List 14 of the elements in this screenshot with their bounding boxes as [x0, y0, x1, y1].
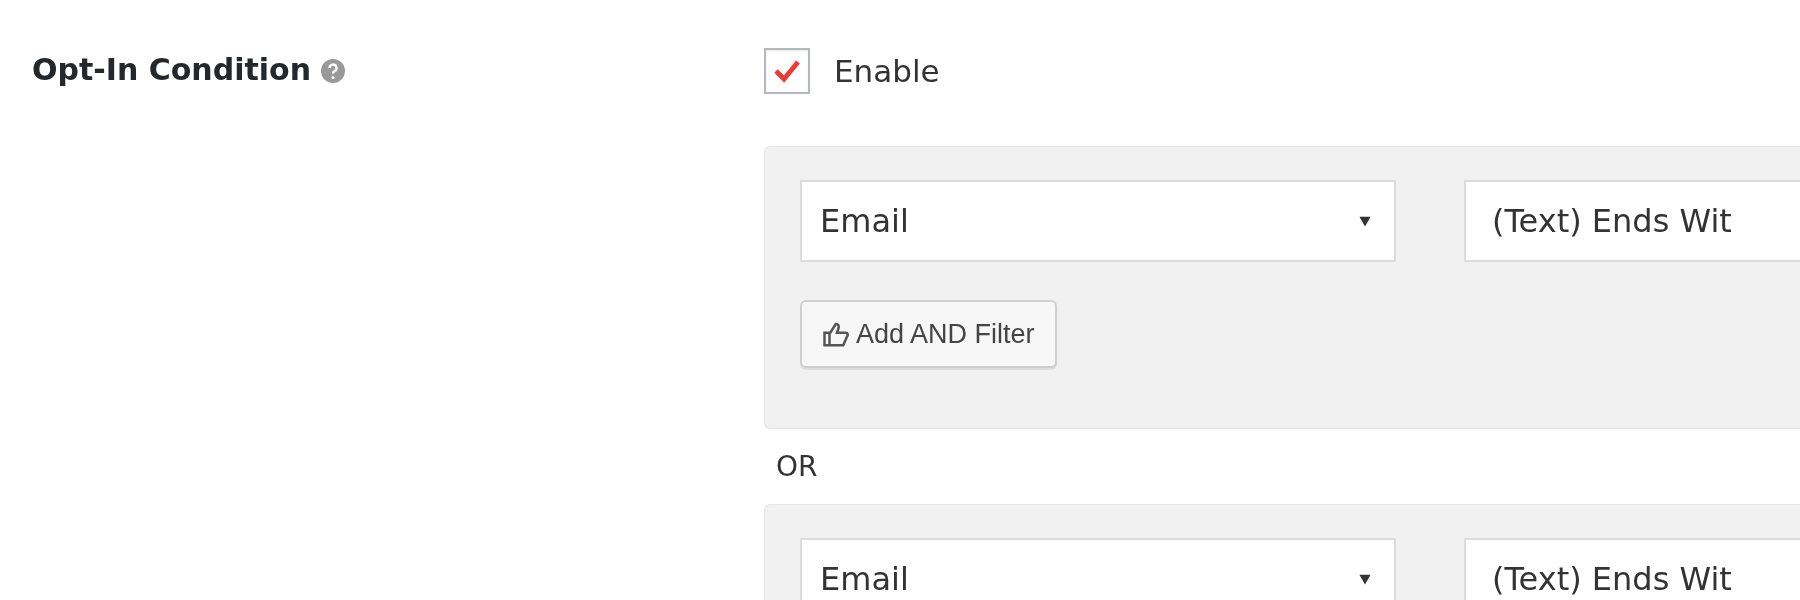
field-select[interactable]: Email — [800, 180, 1396, 262]
enable-label: Enable — [834, 51, 940, 91]
caret-icon — [1358, 572, 1372, 586]
caret-icon — [1358, 214, 1372, 228]
operator-select[interactable]: (Text) Ends Wit — [1464, 538, 1800, 600]
enable-checkbox[interactable] — [764, 48, 810, 94]
help-icon[interactable] — [321, 59, 346, 83]
add-filter-button[interactable]: Add AND Filter — [800, 300, 1057, 368]
field-label: Opt-In Condition — [32, 51, 312, 89]
operator-select[interactable]: (Text) Ends Wit — [1464, 180, 1800, 262]
field-select[interactable]: Email — [800, 538, 1396, 600]
thumbs-up-icon — [822, 320, 852, 348]
or-separator: OR — [776, 448, 818, 485]
checkmark-icon — [773, 59, 801, 83]
